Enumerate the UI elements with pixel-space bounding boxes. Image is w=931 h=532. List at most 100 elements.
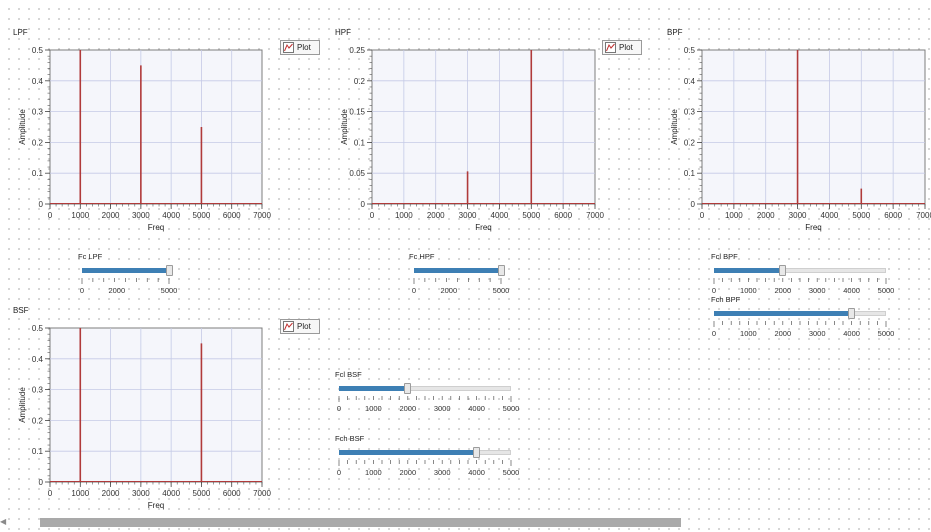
slider-fill (714, 268, 783, 273)
x-tick-label: 3000 (132, 211, 150, 220)
y-tick-label: 0.3 (32, 108, 44, 117)
x-tick-label: 5000 (852, 211, 870, 220)
y-axis-label: Amplitude (670, 109, 679, 145)
slider-tick-label: 2000 (774, 329, 792, 338)
slider-tick-label: 4000 (468, 468, 485, 477)
y-tick-label: 0 (361, 200, 366, 209)
fcl-bpf-label: Fcl BPF (711, 252, 738, 261)
y-tick-label: 0.2 (32, 138, 44, 147)
y-tick-label: 0.1 (354, 138, 366, 147)
x-tick-label: 6000 (223, 489, 241, 498)
y-axis-label: Amplitude (18, 109, 27, 145)
slider-tick-label: 1000 (740, 329, 757, 338)
y-axis-label: Amplitude (18, 387, 27, 423)
y-tick-label: 0.15 (349, 108, 365, 117)
slider-tick-label: 2000 (108, 286, 126, 295)
y-tick-label: 0.2 (32, 416, 44, 425)
slider-tick-label: 5000 (160, 286, 178, 295)
x-tick-label: 2000 (102, 489, 120, 498)
x-tick-label: 1000 (71, 211, 89, 220)
scroll-left-arrow-icon[interactable]: ◀ (0, 517, 6, 526)
fch-bpf-label: Fch BPF (711, 295, 741, 304)
scrollbar-thumb[interactable] (40, 518, 681, 527)
bsf-plot-button[interactable]: Plot (280, 319, 320, 334)
plot-area (49, 49, 263, 205)
slider-tick-label: 3000 (808, 286, 826, 295)
slider-thumb[interactable] (473, 447, 481, 458)
y-tick-label: 0.5 (684, 46, 696, 55)
x-tick-label: 1000 (71, 489, 89, 498)
slider-tick-label: 5000 (502, 404, 520, 413)
fch-bpf-slider[interactable]: 0 1000 2000 3000 4000 5000 (711, 308, 894, 338)
x-tick-label: 5000 (522, 211, 540, 220)
slider-tick-label: 5000 (502, 468, 520, 477)
x-tick-label: 0 (48, 489, 53, 498)
y-tick-label: 0.3 (684, 108, 696, 117)
x-tick-label: 6000 (554, 211, 572, 220)
y-tick-label: 0.4 (32, 355, 44, 364)
x-tick-label: 3000 (459, 211, 477, 220)
x-tick-label: 2000 (427, 211, 445, 220)
x-tick-label: 1000 (395, 211, 413, 220)
y-axis-label: Amplitude (340, 109, 349, 145)
slider-tick-label: 0 (336, 404, 342, 413)
x-axis-label: Freq (148, 501, 164, 510)
slider-thumb[interactable] (497, 265, 505, 276)
x-tick-label: 1000 (725, 211, 743, 220)
fc-lpf-label: Fc LPF (78, 252, 103, 261)
hpf-title: HPF (335, 28, 351, 37)
fc-lpf-slider[interactable]: 0 2000 5000 (80, 265, 177, 295)
slider-tick-label: 1000 (365, 404, 382, 413)
plot-button-label: Plot (297, 43, 311, 52)
slider-tick-label: 2000 (774, 286, 792, 295)
slider-fill (82, 268, 169, 273)
y-tick-label: 0 (39, 478, 44, 487)
fch-bsf-slider[interactable]: 0 1000 2000 3000 4000 5000 (337, 447, 519, 477)
slider-tick-label: 2000 (399, 468, 417, 477)
slider-thumb[interactable] (779, 265, 787, 276)
slider-tick-label: 2000 (399, 404, 417, 413)
y-tick-label: 0.4 (684, 77, 696, 86)
x-tick-label: 5000 (193, 211, 211, 220)
x-tick-label: 4000 (821, 211, 839, 220)
slider-fill (339, 386, 408, 391)
slider-tick-label: 0 (711, 329, 717, 338)
slider-thumb[interactable] (404, 383, 412, 394)
y-tick-label: 0.5 (32, 324, 44, 333)
slider-tick-label: 3000 (433, 404, 451, 413)
slider-thumb[interactable] (848, 308, 856, 319)
fc-hpf-label: Fc HPF (409, 252, 435, 261)
x-axis-label: Freq (475, 223, 491, 232)
slider-thumb[interactable] (165, 265, 173, 276)
y-tick-label: 0.2 (354, 77, 366, 86)
x-tick-label: 4000 (491, 211, 509, 220)
y-tick-label: 0.2 (684, 138, 696, 147)
fcl-bsf-slider[interactable]: 0 1000 2000 3000 4000 5000 (336, 383, 519, 413)
x-tick-label: 0 (700, 211, 705, 220)
y-tick-label: 0 (691, 200, 696, 209)
slider-tick-label: 4000 (843, 329, 860, 338)
bpf-title: BPF (667, 28, 683, 37)
y-tick-label: 0.1 (684, 169, 696, 178)
lpf-plot-button[interactable]: Plot (280, 40, 320, 55)
chart-icon (605, 42, 616, 53)
y-tick-label: 0 (39, 200, 44, 209)
fcl-bsf-label: Fcl BSF (335, 370, 362, 379)
fc-hpf-slider[interactable]: 0 2000 5000 (411, 265, 509, 295)
y-tick-label: 0.1 (32, 169, 44, 178)
y-tick-label: 0.05 (349, 169, 365, 178)
slider-tick-label: 5000 (877, 286, 895, 295)
x-axis-label: Freq (805, 223, 821, 232)
x-tick-label: 3000 (789, 211, 807, 220)
x-tick-label: 5000 (193, 489, 211, 498)
y-tick-label: 0.1 (32, 447, 44, 456)
fcl-bpf-slider[interactable]: 0 1000 2000 3000 4000 5000 (712, 265, 894, 295)
x-tick-label: 2000 (757, 211, 775, 220)
x-axis-label: Freq (148, 223, 164, 232)
hpf-plot-button[interactable]: Plot (602, 40, 642, 55)
x-tick-label: 4000 (162, 211, 180, 220)
x-tick-label: 6000 (884, 211, 902, 220)
horizontal-scrollbar[interactable]: ◀ (0, 517, 931, 529)
y-tick-label: 0.25 (349, 46, 365, 55)
slider-tick-label: 0 (411, 286, 417, 295)
